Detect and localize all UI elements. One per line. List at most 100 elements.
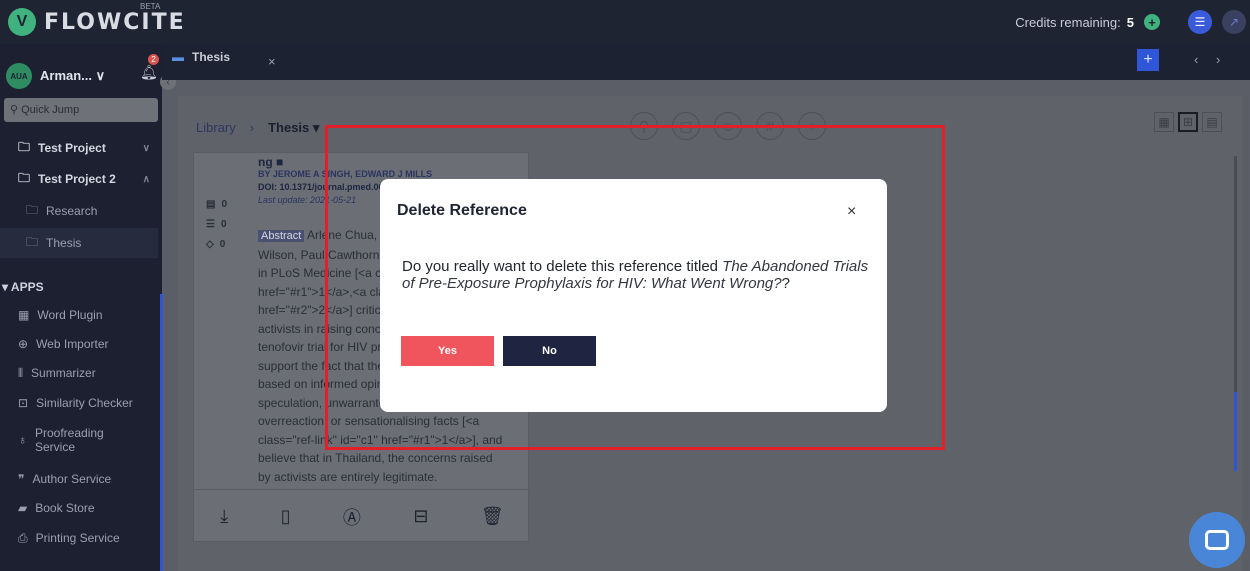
abstract-line: by activists are entirely legitimate. xyxy=(258,469,438,484)
quick-jump-input[interactable]: ⚲ Quick Jump xyxy=(4,98,158,122)
sidebar-item-label: Test Project xyxy=(38,141,106,155)
sidebar-item-test-project[interactable]: 🗀 Test Project ∨ xyxy=(0,133,158,163)
top-bar: V FLOWCITE BETA Credits remaining: 5 + ☰… xyxy=(0,0,1250,44)
sidebar-item-label: Proofreading Service xyxy=(35,426,104,454)
abstract-badge: Abstract xyxy=(258,230,305,242)
reference-title[interactable]: ng ■ xyxy=(258,155,283,169)
sidebar-item-author-service[interactable]: ❞ Author Service xyxy=(0,464,158,494)
tags-count: ◇ 0 xyxy=(206,239,225,250)
printer-icon: ⎙ xyxy=(18,530,28,545)
chevron-left-icon[interactable]: ‹ xyxy=(1194,52,1198,67)
notification-count-badge: 2 xyxy=(148,54,159,65)
sidebar-item-summarizer[interactable]: ⫴ Summarizer xyxy=(0,358,158,388)
add-tab-button[interactable]: + xyxy=(1137,49,1159,71)
sidebar-item-test-project-2[interactable]: 🗀 Test Project 2 ∧ xyxy=(0,164,158,194)
pdf-count: ▤ 0 xyxy=(206,199,227,210)
dialog-message: Do you really want to delete this refere… xyxy=(402,258,872,292)
chat-icon xyxy=(1205,530,1229,550)
reference-actions: ⤓ ▯ Ⓐ ⊟ 🗑︎ xyxy=(194,489,530,543)
tab-bar: ▬ Thesis × + ‹ › xyxy=(162,44,1250,80)
sidebar-item-web-importer[interactable]: ⊕ Web Importer xyxy=(0,329,158,359)
folder-icon: ▬ xyxy=(172,50,184,64)
abstract-line: believe that in Thailand, the concerns r… xyxy=(258,451,493,465)
breadcrumb: Library › Thesis ▾ xyxy=(196,120,319,136)
credits-label: Credits remaining: xyxy=(1015,14,1121,30)
tab-label: Thesis xyxy=(192,50,231,64)
list-view-icon[interactable]: ▤ xyxy=(1202,112,1222,132)
sidebar-item-word-plugin[interactable]: ▦ Word Plugin xyxy=(0,300,158,330)
app-logo[interactable]: V FLOWCITE BETA xyxy=(8,2,186,36)
sidebar-item-research[interactable]: 🗀 Research xyxy=(0,196,158,226)
proofreading-icon: ♁ xyxy=(18,433,27,447)
globe-icon: ⊕ xyxy=(18,337,29,351)
sidebar: AUA Arman... ∨ 🔔︎ 2 ‹ ⚲ Quick Jump 🗀 Tes… xyxy=(0,44,176,571)
no-button[interactable]: No xyxy=(503,336,596,366)
breadcrumb-library[interactable]: Library xyxy=(196,120,236,136)
notes-count-value: 0 xyxy=(220,219,227,230)
chevron-down-icon[interactable]: ∨ xyxy=(143,143,150,154)
apps-section-title[interactable]: ▾ APPS xyxy=(2,280,44,294)
notes-count: ☰ 0 xyxy=(206,219,227,230)
sidebar-item-label: Book Store xyxy=(35,501,95,515)
sidebar-item-label: Word Plugin xyxy=(37,308,103,322)
download-icon[interactable]: ⤓ xyxy=(220,506,228,527)
search-icon: ⚲ xyxy=(10,104,19,116)
dialog-title: Delete Reference xyxy=(397,202,527,219)
sidebar-item-label: Author Service xyxy=(32,472,112,486)
sidebar-item-label: Web Importer xyxy=(36,337,109,351)
close-tab-icon[interactable]: × xyxy=(268,54,276,69)
menu-icon[interactable]: ☰ xyxy=(1188,10,1212,34)
sidebar-item-similarity-checker[interactable]: ⊡ Similarity Checker xyxy=(0,388,158,418)
pdf-icon: ▤ xyxy=(206,199,216,210)
chat-launcher-button[interactable] xyxy=(1189,512,1245,568)
trash-icon[interactable]: 🗑︎ xyxy=(481,506,504,527)
pdf-count-value: 0 xyxy=(221,199,228,210)
cite-icon[interactable]: Ⓐ xyxy=(343,504,361,530)
folder-icon: 🗀 xyxy=(18,170,31,185)
tag-icon: ◇ xyxy=(206,239,214,250)
dialog-question: Do you really want to delete this refere… xyxy=(402,258,723,275)
chevron-up-icon[interactable]: ∧ xyxy=(143,174,150,185)
breadcrumb-current[interactable]: Thesis ▾ xyxy=(268,120,319,136)
sidebar-item-book-store[interactable]: ▰ Book Store xyxy=(0,493,158,523)
content-scrollbar-thumb[interactable] xyxy=(1234,392,1237,471)
tab-thesis[interactable]: ▬ Thesis xyxy=(172,50,230,64)
app-name: FLOWCITE xyxy=(44,9,186,35)
delete-reference-dialog: Delete Reference × Do you really want to… xyxy=(380,179,887,412)
sidebar-scrollbar[interactable] xyxy=(160,294,163,571)
sidebar-item-proofreading-service[interactable]: ♁ Proofreading Service xyxy=(0,420,158,460)
close-icon[interactable]: × xyxy=(847,203,856,221)
credits-remaining: Credits remaining: 5 + xyxy=(1015,14,1160,30)
add-credits-button[interactable]: + xyxy=(1144,14,1160,30)
card-view-icon[interactable]: ⊞ xyxy=(1178,112,1198,132)
tags-count-value: 0 xyxy=(219,239,226,250)
sidebar-item-printing-service[interactable]: ⎙ Printing Service xyxy=(0,523,158,553)
credits-value: 5 xyxy=(1126,14,1134,30)
word-plugin-icon: ▦ xyxy=(18,308,30,322)
sidebar-item-label: Thesis xyxy=(46,236,82,250)
bell-icon[interactable]: 🔔︎ xyxy=(140,64,158,81)
sidebar-item-label: Printing Service xyxy=(35,531,120,545)
user-name[interactable]: Arman... ∨ xyxy=(40,68,105,84)
sidebar-item-label: Test Project 2 xyxy=(38,172,116,186)
pdf-file-icon[interactable]: ▯ xyxy=(281,506,291,527)
user-menu[interactable]: AUA Arman... ∨ 🔔︎ 2 xyxy=(0,44,162,96)
grid-view-icon[interactable]: ▦ xyxy=(1154,112,1174,132)
view-switcher: ▦ ⊞ ▤ xyxy=(1154,112,1222,132)
breadcrumb-separator: › xyxy=(249,120,255,135)
yes-button[interactable]: Yes xyxy=(401,336,494,366)
notes-icon: ☰ xyxy=(206,219,215,230)
similarity-checker-icon: ⊡ xyxy=(18,396,29,410)
flowcite-logo-icon: V xyxy=(8,8,36,36)
move-icon[interactable]: ⊟ xyxy=(413,506,428,527)
chevron-right-icon[interactable]: › xyxy=(1216,52,1220,67)
quick-jump-placeholder: Quick Jump xyxy=(21,104,80,116)
book-icon: ▰ xyxy=(18,501,28,515)
sidebar-item-label: Summarizer xyxy=(31,366,96,380)
activity-chart-icon[interactable]: ↗ xyxy=(1222,10,1246,34)
folder-icon: 🗀 xyxy=(26,202,39,217)
avatar[interactable]: AUA xyxy=(6,63,32,89)
author-service-icon: ❞ xyxy=(18,472,25,486)
dialog-question-end: ? xyxy=(781,275,790,292)
sidebar-item-thesis[interactable]: 🗀 Thesis xyxy=(0,228,158,258)
